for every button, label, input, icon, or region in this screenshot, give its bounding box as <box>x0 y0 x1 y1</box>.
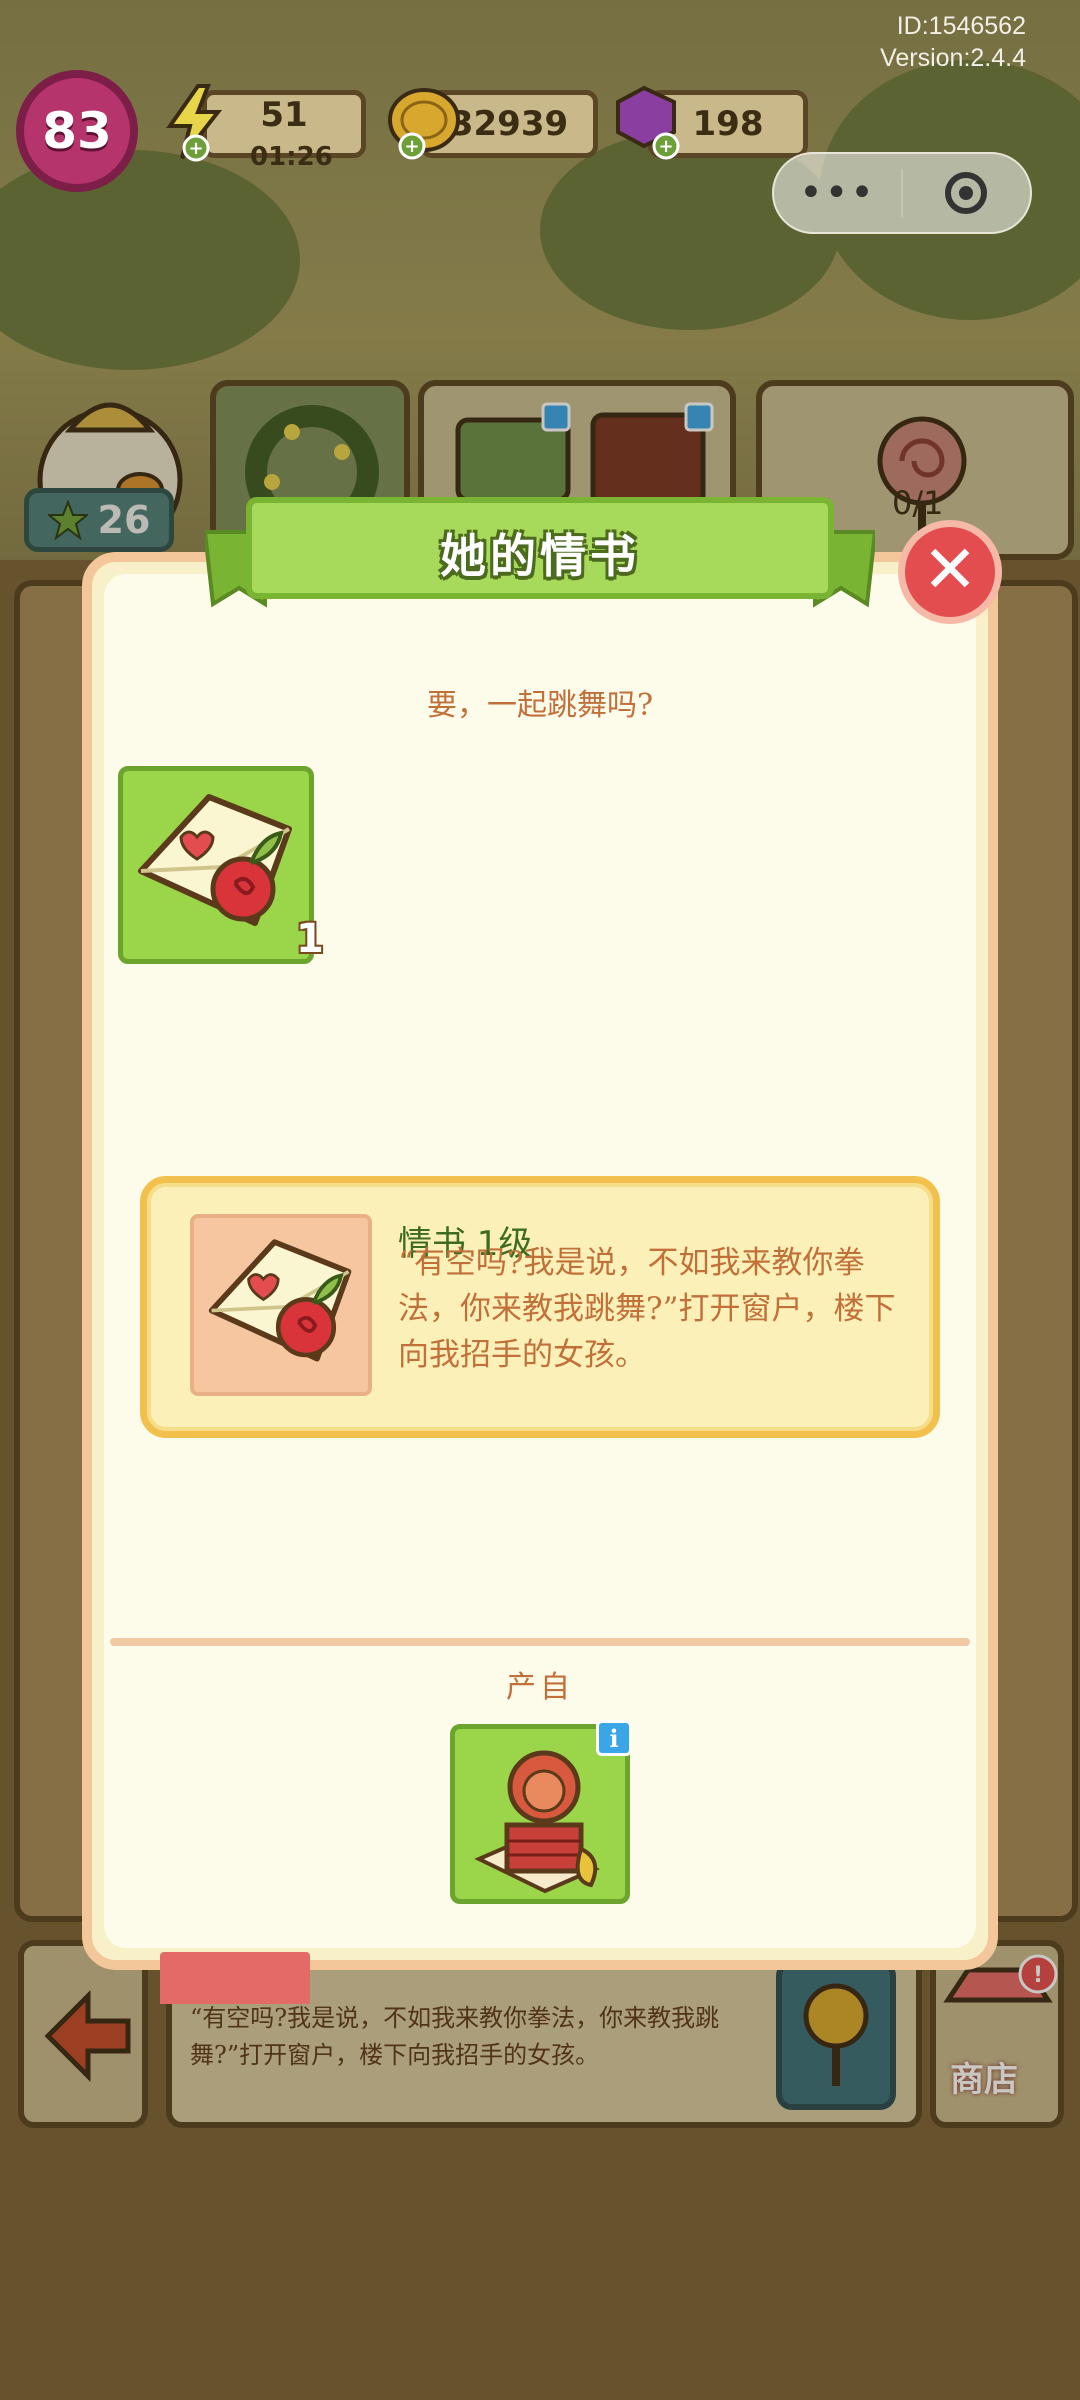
gem-value: 198 <box>692 104 764 144</box>
source-label: 产自 <box>506 1670 574 1705</box>
coin-value: 32939 <box>449 104 569 144</box>
svg-text:+: + <box>188 138 203 159</box>
gem-icon[interactable]: + <box>604 82 688 162</box>
section-divider <box>110 1638 970 1646</box>
info-item-image <box>190 1214 372 1396</box>
close-button[interactable]: ✕ <box>898 520 1002 624</box>
level-number: 83 <box>42 102 112 160</box>
target-close-icon[interactable] <box>903 172 1030 214</box>
close-icon: ✕ <box>922 531 978 608</box>
svg-text:+: + <box>404 136 419 157</box>
modal-subtitle: 要，一起跳舞吗? <box>426 688 654 723</box>
info-icon[interactable]: i <box>596 1720 632 1756</box>
version-text: Version:2.4.4 <box>880 44 1026 72</box>
svg-text:+: + <box>658 136 673 157</box>
level-badge[interactable]: 83 <box>16 70 138 192</box>
item-description: “有空吗?我是说，不如我来教你拳法，你来教我跳舞?”打开窗户，楼下向我招手的女孩… <box>398 1245 896 1373</box>
lightning-icon[interactable]: + <box>160 82 230 162</box>
coin-icon[interactable]: + <box>382 82 466 162</box>
user-id: ID:1546562 <box>896 12 1026 40</box>
item-count: 1 <box>296 916 324 962</box>
more-dots-icon[interactable]: ••• <box>774 170 901 216</box>
miniprogram-capsule: ••• <box>772 152 1032 234</box>
energy-value: 51 <box>260 95 308 135</box>
energy-timer: 01:26 <box>250 142 333 172</box>
love-letter-icon <box>138 794 292 926</box>
modal-title: 她的情书 <box>440 529 640 583</box>
love-letter-icon <box>208 1239 352 1362</box>
ribbon-bookmark <box>160 1952 310 2004</box>
love-letter-tile[interactable] <box>118 766 314 964</box>
